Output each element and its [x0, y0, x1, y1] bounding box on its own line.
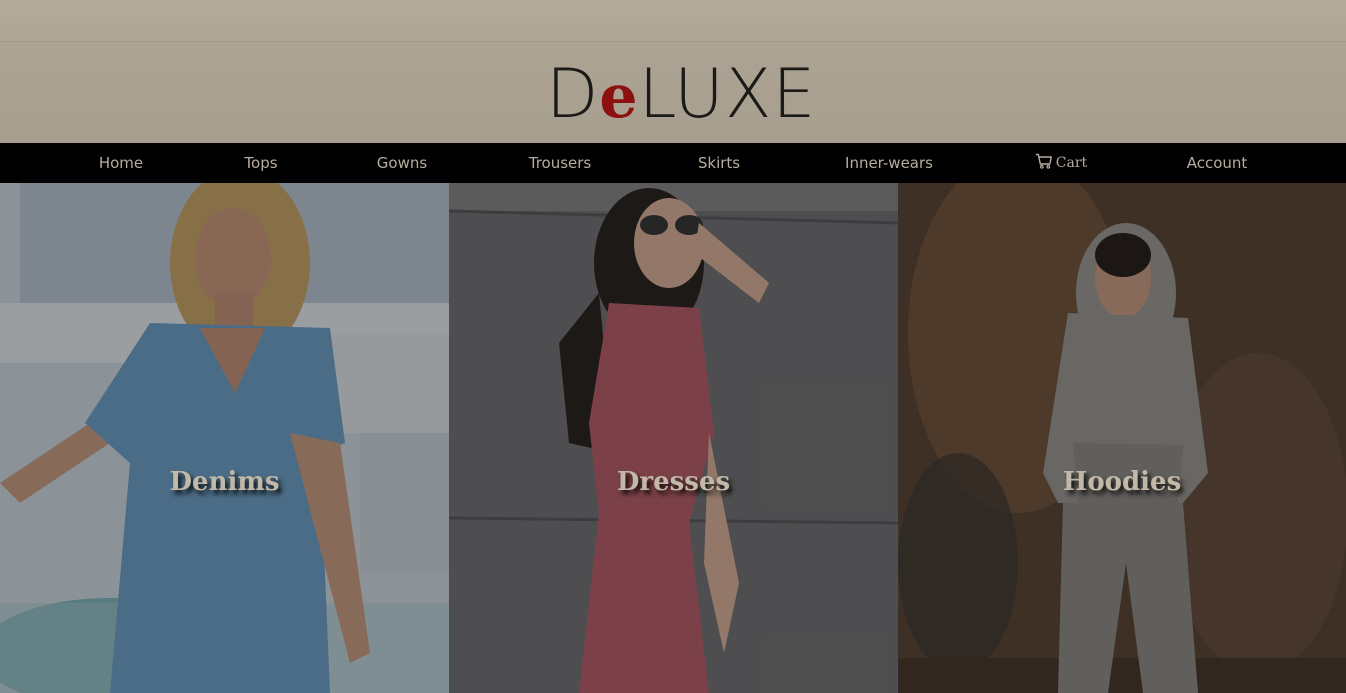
category-label-denims: Denims — [169, 467, 280, 497]
category-label-dresses: Dresses — [616, 467, 731, 497]
denims-overlay — [0, 183, 449, 693]
category-card-hoodies[interactable]: Hoodies — [898, 183, 1346, 693]
main-nav: Home Tops Gowns Trousers Skirts Inner-we… — [0, 143, 1346, 183]
logo-letter-d: D — [546, 55, 600, 134]
nav-cart[interactable]: Cart — [1035, 143, 1087, 183]
nav-account[interactable]: Account — [1187, 143, 1248, 183]
category-card-dresses[interactable]: Dresses — [449, 183, 898, 693]
hoodies-overlay — [898, 183, 1346, 693]
dresses-overlay — [449, 183, 898, 693]
nav-skirts[interactable]: Skirts — [698, 143, 740, 183]
category-label-hoodies: Hoodies — [1062, 467, 1182, 497]
nav-gowns[interactable]: Gowns — [377, 143, 427, 183]
brand-logo[interactable]: DeLUXE — [546, 60, 815, 133]
top-strip — [0, 0, 1346, 42]
nav-home[interactable]: Home — [99, 143, 143, 183]
logo-letter-e: e — [599, 62, 639, 132]
nav-tops[interactable]: Tops — [244, 143, 277, 183]
nav-inner-wears[interactable]: Inner-wears — [845, 143, 933, 183]
nav-cart-label: Cart — [1055, 155, 1088, 171]
logo-rest: LUXE — [638, 55, 817, 134]
nav-trousers[interactable]: Trousers — [529, 143, 592, 183]
category-card-denims[interactable]: Denims — [0, 183, 449, 693]
cart-icon — [1035, 153, 1053, 169]
